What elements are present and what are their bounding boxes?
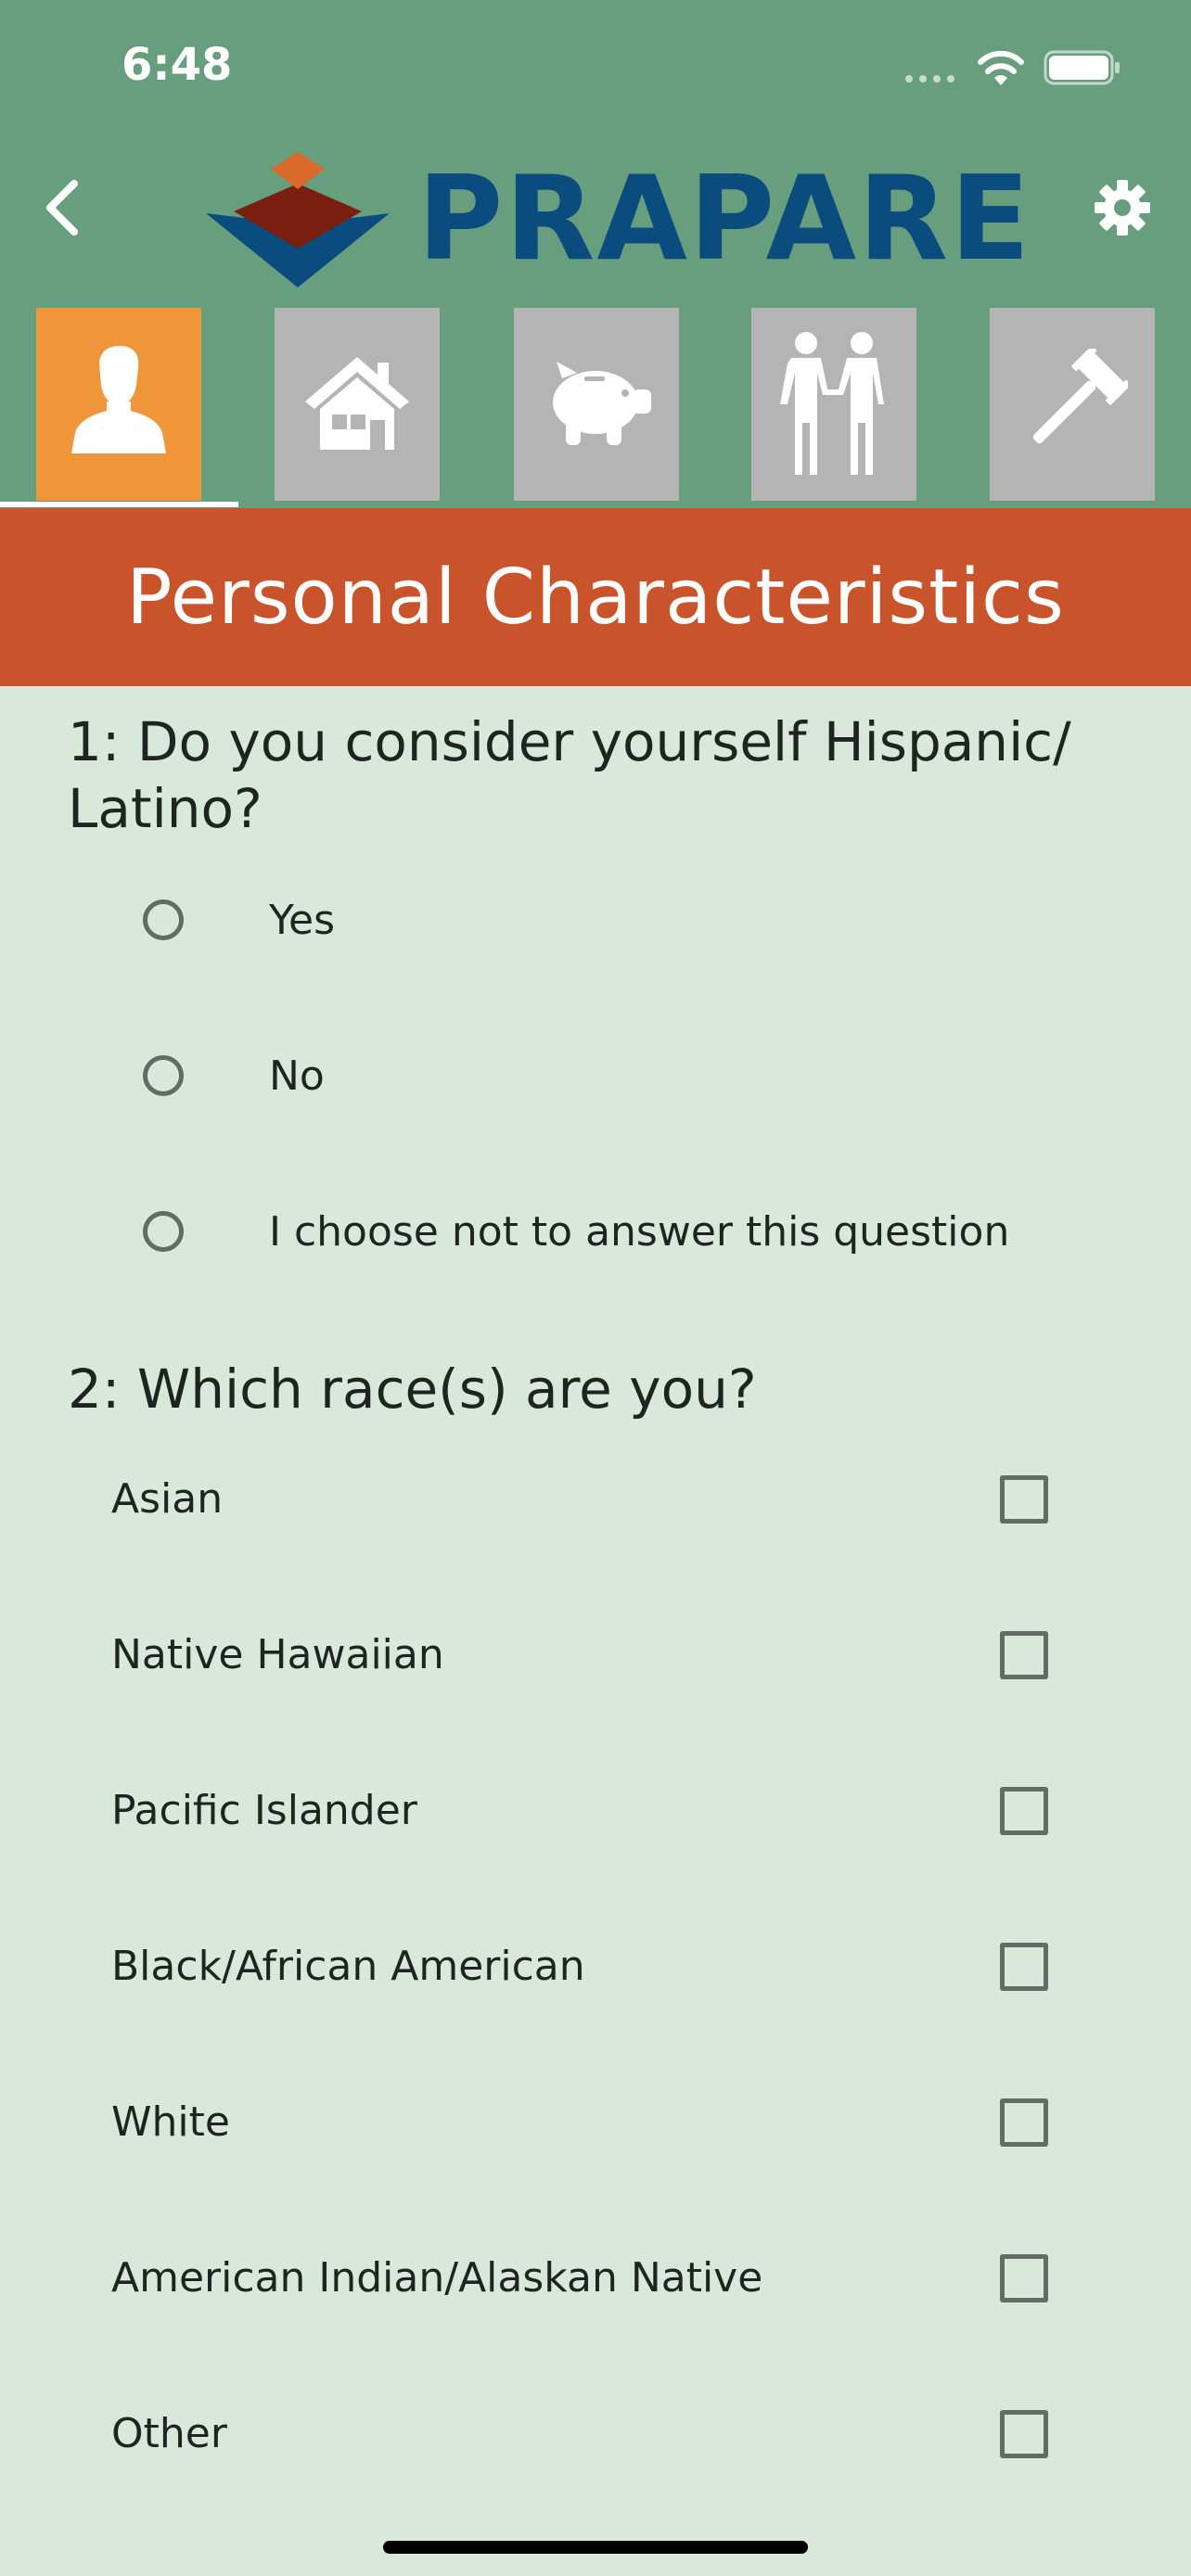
radio-option-yes[interactable]: Yes <box>139 872 1141 974</box>
checkbox[interactable] <box>1000 1631 1048 1679</box>
logo-mark-icon <box>206 152 390 287</box>
people-holding-hands-icon <box>780 332 884 475</box>
question-1-label: 1: Do you consider yourself Hispanic/ La… <box>68 710 1071 840</box>
checkbox[interactable] <box>1000 1475 1048 1524</box>
checkbox-option-label: White <box>111 2098 230 2146</box>
checkbox-option-other[interactable]: Other <box>111 2385 1048 2487</box>
checkbox-option-pacific-islander[interactable]: Pacific Islander <box>111 1762 1048 1864</box>
question-2-label: 2: Which race(s) are you? <box>68 1358 757 1421</box>
radio-option-label: I choose not to answer this question <box>269 1208 1010 1256</box>
checkbox-option-asian[interactable]: Asian <box>111 1450 1048 1552</box>
person-icon <box>71 346 166 453</box>
tab-money-resources[interactable] <box>514 308 679 501</box>
radio-option-label: Yes <box>269 897 336 944</box>
logo-text: PRAPARE <box>417 150 1032 287</box>
tab-personal[interactable] <box>36 308 201 501</box>
checkbox-option-label: American Indian/Alaskan Native <box>111 2254 763 2302</box>
status-time: 6:48 <box>122 39 233 91</box>
tab-legal[interactable] <box>990 308 1155 501</box>
cellular-signal-icon <box>905 75 954 83</box>
tab-family-home[interactable] <box>751 308 916 501</box>
checkbox-option-label: Native Hawaiian <box>111 1631 444 1678</box>
prapare-logo: PRAPARE <box>206 148 1030 287</box>
tab-housing[interactable] <box>275 308 440 501</box>
battery-icon <box>1044 50 1120 85</box>
checkbox[interactable] <box>1000 1787 1048 1835</box>
checkbox-option-label: Other <box>111 2410 227 2457</box>
house-icon <box>305 357 409 450</box>
checkbox[interactable] <box>1000 2410 1048 2458</box>
app-header: 6:48 PRAPARE <box>0 0 1191 508</box>
back-button[interactable] <box>37 176 89 239</box>
category-tabs <box>0 306 1191 508</box>
section-header: Personal Characteristics <box>0 508 1191 686</box>
checkbox[interactable] <box>1000 2254 1048 2302</box>
checkbox[interactable] <box>1000 1943 1048 1991</box>
checkbox-option-label: Asian <box>111 1475 224 1523</box>
checkbox-option-label: Black/African American <box>111 1943 585 1990</box>
radio-button[interactable] <box>143 1055 184 1096</box>
radio-option-no[interactable]: No <box>139 1027 1141 1129</box>
checkbox-option-label: Pacific Islander <box>111 1787 417 1834</box>
checkbox-option-black-african-american[interactable]: Black/African American <box>111 1918 1048 2020</box>
active-tab-indicator <box>0 502 238 507</box>
checkbox-option-native-hawaiian[interactable]: Native Hawaiian <box>111 1606 1048 1708</box>
radio-button[interactable] <box>143 899 184 940</box>
radio-option-label: No <box>269 1052 325 1100</box>
checkbox-option-white[interactable]: White <box>111 2073 1048 2175</box>
section-title: Personal Characteristics <box>126 553 1065 642</box>
radio-button[interactable] <box>143 1211 184 1252</box>
wifi-icon <box>978 50 1024 85</box>
checkbox[interactable] <box>1000 2098 1048 2147</box>
gavel-icon <box>1032 349 1128 444</box>
checkbox-option-american-indian-alaskan-native[interactable]: American Indian/Alaskan Native <box>111 2229 1048 2331</box>
home-indicator[interactable] <box>383 2541 808 2554</box>
piggy-bank-icon <box>553 362 651 445</box>
settings-gear-button[interactable] <box>1093 178 1152 237</box>
radio-option-decline[interactable]: I choose not to answer this question <box>139 1183 1141 1285</box>
